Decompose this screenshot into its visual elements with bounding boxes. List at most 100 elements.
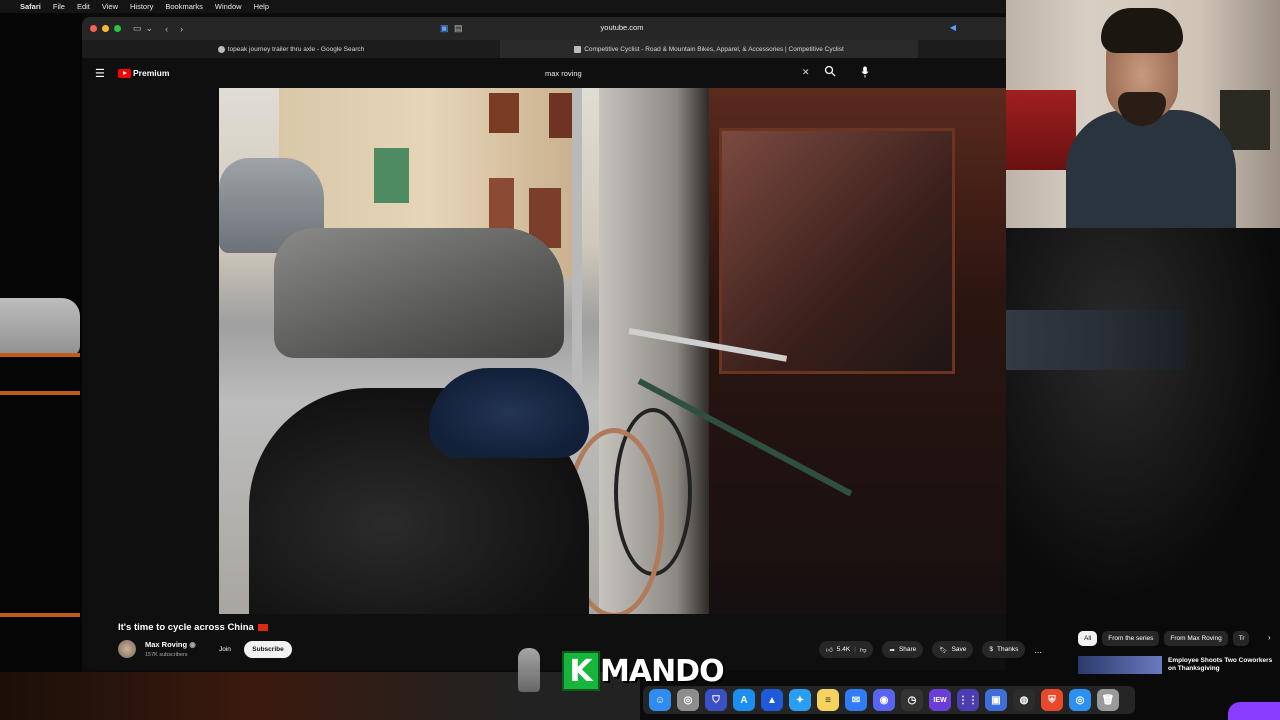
desktop-car-image (0, 298, 80, 356)
window-controls (90, 25, 121, 32)
save-button[interactable]: 🔖︎ Save (932, 641, 974, 658)
channel-avatar[interactable] (118, 640, 136, 658)
chip-from-the-series[interactable]: From the series (1102, 631, 1160, 646)
tab-title: Competitive Cyclist - Road & Mountain Bi… (584, 45, 844, 53)
video-glass-door (719, 128, 955, 374)
desk-items (1006, 310, 1186, 370)
safari-icon[interactable]: ✦ (789, 689, 811, 711)
appstore-icon[interactable]: A (733, 689, 755, 711)
purple-widget[interactable] (1228, 702, 1280, 720)
menu-history[interactable]: History (130, 2, 153, 11)
macos-dock: ☺ ◎ ⛉ A ▲ ✦ ≡ ✉ ◉ ◷ IEW ⋮⋮ ▣ ◍ ⛨ ◎ 🗑︎ (643, 686, 1135, 714)
webcam-shirt (1066, 110, 1236, 228)
like-count[interactable]: 5.4K (837, 646, 850, 653)
chip-all[interactable]: All (1078, 631, 1098, 646)
figurine-image (518, 648, 540, 692)
tab-bar: topeak journey trailer thru axle - Googl… (82, 40, 1006, 58)
menu-edit[interactable]: Edit (77, 2, 90, 11)
tab-competitive-cyclist[interactable]: Competitive Cyclist - Road & Mountain Bi… (500, 40, 918, 58)
china-flag-icon (257, 623, 268, 631)
video-green-sign (374, 148, 409, 203)
google-favicon-icon (217, 45, 225, 53)
menu-app-name[interactable]: Safari (20, 2, 41, 11)
chevron-down-icon[interactable]: ⌄ (146, 23, 154, 34)
share-icon: ➦ (889, 646, 895, 654)
menu-window[interactable]: Window (215, 2, 242, 11)
chevron-right-icon[interactable]: › (1268, 633, 1271, 642)
youtube-header: ☰ Premium max roving ✕ (82, 58, 1006, 90)
desktop-stripe (0, 613, 80, 617)
save-label: Save (951, 646, 967, 653)
youtube-premium-label: Premium (133, 68, 170, 78)
tab-google-search[interactable]: topeak journey trailer thru axle - Googl… (82, 40, 500, 58)
audio-icon[interactable]: ◀︎ (950, 23, 956, 32)
subscriber-count: 157K subscribers (145, 652, 188, 658)
forward-icon[interactable]: › (180, 24, 183, 34)
cc-favicon-icon (574, 45, 582, 53)
menu-file[interactable]: File (53, 2, 65, 11)
thumbs-down-icon[interactable]: 👎︎ (860, 646, 867, 654)
trash-icon[interactable]: 🗑︎ (1097, 689, 1119, 711)
video-person-hat (429, 368, 589, 458)
share-label: Share (898, 646, 917, 653)
sidebar-icon[interactable]: ▭ (133, 23, 142, 34)
tab-title: topeak journey trailer thru axle - Googl… (227, 45, 365, 53)
thanks-label: Thanks (997, 646, 1019, 653)
finder-icon[interactable]: ☺ (649, 689, 671, 711)
grid-icon[interactable]: ⋮⋮ (957, 689, 979, 711)
desktop-background (0, 13, 82, 720)
video-pole (572, 88, 582, 418)
thanks-icon: $ (989, 646, 994, 653)
thumbs-up-icon[interactable]: 👍︎ (826, 646, 833, 654)
recommendation-chips: All From the series From Max Roving Tr (1078, 631, 1249, 646)
webcam-hair (1101, 8, 1183, 53)
join-button[interactable]: Join (219, 646, 231, 653)
thanks-button[interactable]: $ Thanks (982, 641, 1026, 658)
finder2-icon[interactable]: ▣ (985, 689, 1007, 711)
video-window (489, 93, 519, 133)
desk-camera-view (1006, 228, 1280, 598)
clear-search-icon[interactable]: ✕ (802, 67, 810, 78)
launchpad-icon[interactable]: ◎ (677, 689, 699, 711)
minimize-window-button[interactable] (102, 25, 109, 32)
reader-icon[interactable]: ▤ (454, 23, 463, 34)
channel-name-text: Max Roving (145, 640, 188, 649)
kmando-k-badge: K (562, 651, 600, 691)
close-window-button[interactable] (90, 25, 97, 32)
recommended-thumbnail[interactable] (1078, 656, 1162, 674)
menu-help[interactable]: Help (254, 2, 269, 11)
address-bar[interactable]: youtube.com (601, 23, 644, 32)
subscribe-button[interactable]: Subscribe (244, 641, 292, 658)
channel-name[interactable]: Max Roving ◉ (145, 640, 196, 649)
discord-icon[interactable]: ◉ (873, 689, 895, 711)
youtube-logo[interactable]: Premium (118, 68, 169, 78)
menu-view[interactable]: View (102, 2, 118, 11)
desktop-right-panel (1006, 0, 1280, 720)
brave-icon[interactable]: ⛨ (1041, 689, 1063, 711)
news-icon[interactable]: IEW (929, 689, 951, 711)
chip-from-channel[interactable]: From Max Roving (1164, 631, 1228, 646)
back-icon[interactable]: ‹ (165, 24, 168, 34)
notes-icon[interactable]: ≡ (817, 689, 839, 711)
search-icon[interactable] (824, 65, 836, 77)
privacy-icon[interactable]: ▣ (440, 23, 449, 34)
search-input[interactable]: max roving (545, 69, 582, 78)
recommended-title[interactable]: Employee Shoots Two Coworkers on Thanksg… (1168, 657, 1273, 673)
desktop-background-bottom (0, 672, 640, 720)
kmando-logo: K MANDO (562, 651, 725, 691)
obs-icon[interactable]: ◍ (1013, 689, 1035, 711)
chrome-icon[interactable]: ◎ (1069, 689, 1091, 711)
share-button[interactable]: ➦ Share (882, 641, 924, 658)
video-player[interactable] (219, 88, 1006, 614)
microphone-icon[interactable] (861, 66, 869, 78)
menu-bookmarks[interactable]: Bookmarks (165, 2, 203, 11)
menu-hamburger-icon[interactable]: ☰ (95, 67, 105, 80)
safari-alt-icon[interactable]: ▲ (761, 689, 783, 711)
activity-icon[interactable]: ◷ (901, 689, 923, 711)
bitwarden-icon[interactable]: ⛉ (705, 689, 727, 711)
chip-truncated[interactable]: Tr (1232, 631, 1249, 646)
video-covered-vehicle (274, 228, 564, 358)
more-actions-icon[interactable]: ... (1034, 645, 1042, 655)
zoom-window-button[interactable] (114, 25, 121, 32)
mail-icon[interactable]: ✉ (845, 689, 867, 711)
